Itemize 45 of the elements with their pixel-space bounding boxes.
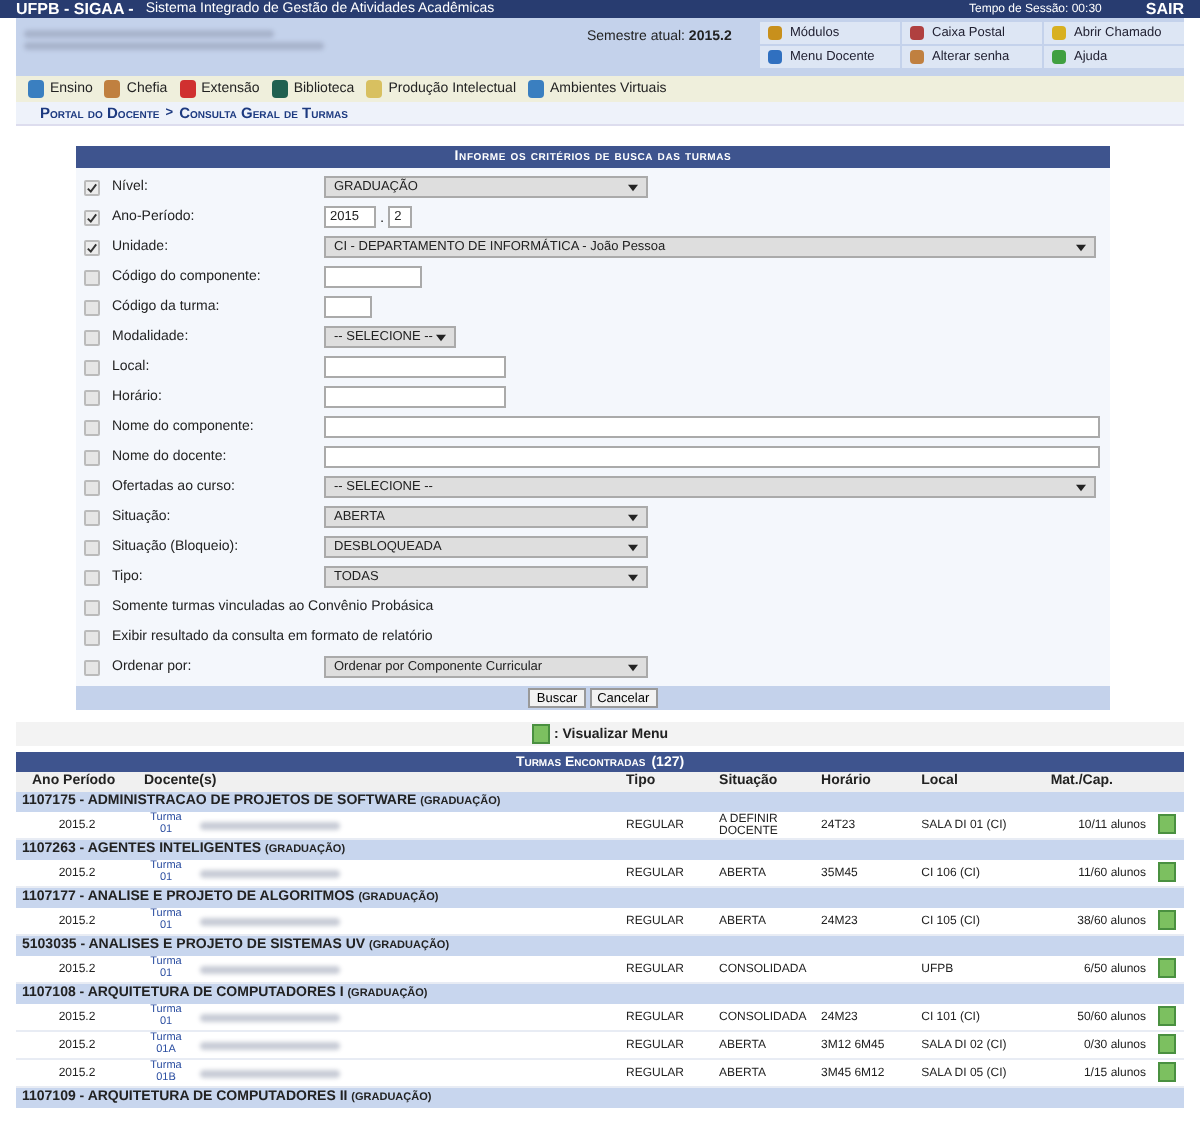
logout-link[interactable]: SAIR [1145, 0, 1184, 18]
input-field[interactable] [324, 386, 506, 408]
input-field[interactable] [324, 266, 422, 288]
blurred-teacher-name [200, 1041, 340, 1049]
caret-icon [628, 513, 638, 521]
checkbox[interactable] [84, 209, 100, 225]
checkbox[interactable] [84, 659, 100, 675]
checkbox[interactable] [84, 359, 100, 375]
checkbox[interactable] [84, 389, 100, 405]
checkbox[interactable] [84, 269, 100, 285]
blurred-teacher-name [200, 917, 340, 925]
checkbox[interactable] [84, 449, 100, 465]
spreadsheet-icon[interactable] [1158, 909, 1176, 929]
spreadsheet-icon[interactable] [1158, 957, 1176, 977]
spreadsheet-icon[interactable] [1158, 861, 1176, 881]
checkbox[interactable] [84, 479, 100, 495]
input-field[interactable] [324, 446, 1100, 468]
input-field[interactable] [324, 416, 1100, 438]
checkbox[interactable] [84, 509, 100, 525]
caret-icon [628, 183, 638, 191]
blurred-teacher-name [200, 965, 340, 973]
caret-icon [628, 543, 638, 551]
checkbox[interactable] [84, 239, 100, 255]
blurred-teacher-name [200, 869, 340, 877]
blurred-teacher-name [200, 821, 340, 829]
checkbox[interactable] [84, 299, 100, 315]
input-field[interactable] [324, 296, 372, 318]
checkbox[interactable] [84, 599, 100, 615]
checkbox[interactable] [84, 569, 100, 585]
spreadsheet-icon [531, 724, 550, 744]
checkbox[interactable] [84, 419, 100, 435]
caret-icon [1076, 243, 1086, 251]
checkbox[interactable] [84, 629, 100, 645]
blurred-teacher-name [200, 1013, 340, 1021]
blurred-teacher-name [200, 1069, 340, 1077]
caret-icon [628, 663, 638, 671]
spreadsheet-icon[interactable] [1158, 813, 1176, 833]
checkbox[interactable] [84, 179, 100, 195]
caret-icon [1076, 483, 1086, 491]
input-field[interactable] [324, 356, 506, 378]
checkbox[interactable] [84, 539, 100, 555]
caret-icon [436, 333, 446, 341]
checkbox[interactable] [84, 329, 100, 345]
app-title: UFPB - SIGAA - [16, 0, 134, 18]
caret-icon [628, 573, 638, 581]
